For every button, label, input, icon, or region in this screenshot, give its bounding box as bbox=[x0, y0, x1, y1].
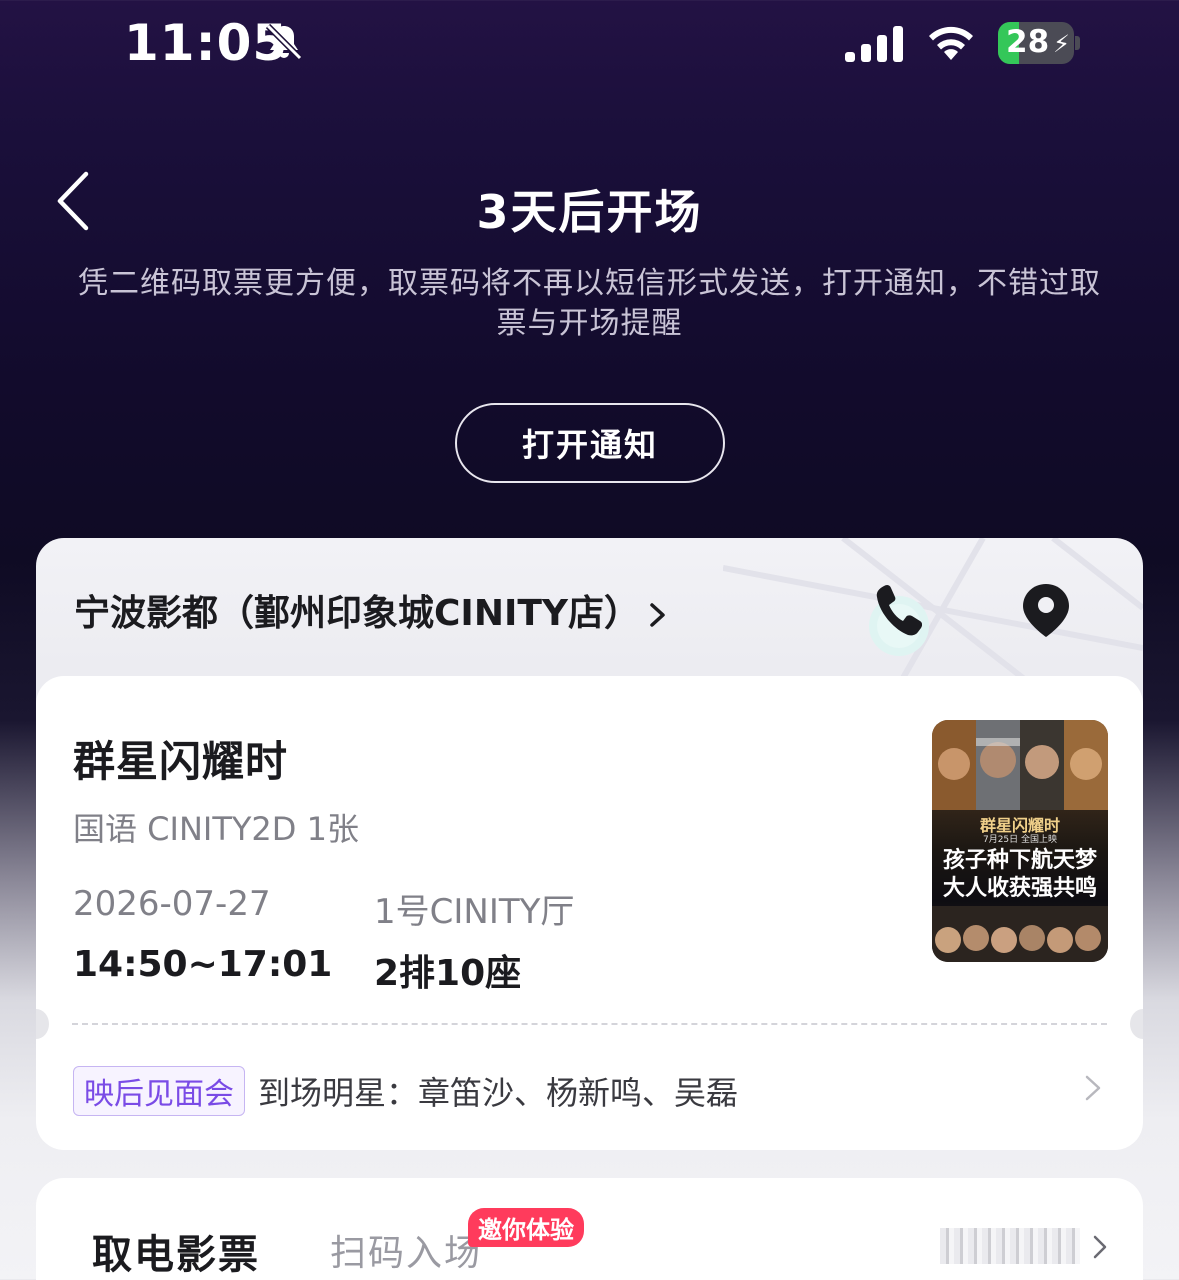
cellular-signal-icon bbox=[845, 26, 903, 62]
hall-name: 1号CINITY厅 bbox=[374, 892, 575, 932]
ticket-notch-right bbox=[1130, 1009, 1143, 1039]
charging-bolt-icon: ⚡ bbox=[1053, 30, 1070, 58]
location-pin-icon[interactable] bbox=[1020, 582, 1072, 638]
wifi-icon bbox=[929, 26, 973, 60]
poster-cast-row bbox=[932, 906, 1108, 962]
ticket-notch-left bbox=[36, 1009, 49, 1039]
ticket-card[interactable]: 群星闪耀时 国语 CINITY2D 1张 2026-07-27 1号CINITY… bbox=[36, 676, 1143, 1150]
event-tag: 映后见面会 bbox=[73, 1066, 245, 1116]
blurred-code-preview bbox=[940, 1228, 1080, 1264]
battery-indicator: 28 ⚡ bbox=[998, 22, 1074, 64]
movie-title: 群星闪耀时 bbox=[73, 737, 289, 786]
battery-cap bbox=[1075, 36, 1080, 50]
poster-cast-art bbox=[932, 720, 1108, 810]
movie-poster[interactable]: 群星闪耀时 7月25日 全国上映 孩子种下航天梦 大人收获强共鸣 bbox=[932, 720, 1108, 962]
invite-badge: 邀你体验 bbox=[468, 1208, 584, 1247]
event-guests[interactable]: 到场明星：章笛沙、杨新鸣、吴磊 bbox=[258, 1068, 738, 1114]
seat-number: 2排10座 bbox=[374, 953, 522, 994]
cinema-name: 宁波影都（鄞州印象城CINITY店） bbox=[74, 593, 640, 634]
cinema-card: 宁波影都（鄞州印象城CINITY店） 群星闪耀时 国语 CINITY2D 1张 … bbox=[36, 538, 1143, 1150]
phone-icon[interactable] bbox=[874, 582, 922, 636]
enable-notifications-button[interactable]: 打开通知 bbox=[455, 403, 725, 483]
tab-pickup-ticket[interactable]: 取电影票 bbox=[92, 1222, 260, 1280]
bell-off-icon bbox=[265, 23, 303, 61]
ticket-divider bbox=[72, 1023, 1107, 1025]
chevron-right-icon bbox=[650, 603, 665, 627]
notification-hint: 凭二维码取票更方便，取票码将不再以短信形式发送，打开通知，不错过取票与开场提醒 bbox=[78, 266, 1101, 341]
cinema-name-link[interactable]: 宁波影都（鄞州印象城CINITY店） bbox=[74, 584, 668, 636]
show-date: 2026-07-27 bbox=[73, 884, 271, 924]
map-decoration bbox=[723, 538, 1143, 678]
chevron-right-icon[interactable] bbox=[1084, 1074, 1102, 1102]
page-title: 3天后开场 bbox=[476, 185, 703, 239]
tab-scan-entry[interactable]: 扫码入场 bbox=[330, 1224, 482, 1276]
show-time: 14:50~17:01 bbox=[73, 944, 333, 985]
battery-percent: 28 bbox=[1006, 24, 1050, 60]
movie-format: 国语 CINITY2D 1张 bbox=[73, 810, 359, 848]
chevron-right-icon[interactable] bbox=[1092, 1234, 1108, 1260]
poster-tagline-2: 大人收获强共鸣 bbox=[942, 876, 1097, 901]
ticket-pickup-card: 取电影票 扫码入场 邀你体验 bbox=[36, 1178, 1143, 1280]
